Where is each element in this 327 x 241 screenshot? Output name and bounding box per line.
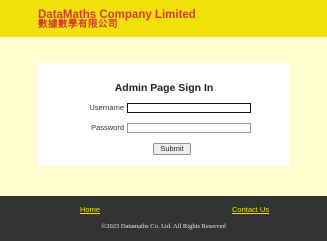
page-footer: Home Contact Us ©2023 Datamaths Co. Ltd.… — [0, 196, 327, 241]
contact-us-link[interactable]: Contact Us — [232, 205, 269, 214]
main-content: Admin Page Sign In Username Password Sub… — [0, 37, 327, 196]
sign-in-form: Admin Page Sign In Username Password Sub… — [38, 63, 290, 166]
username-label: Username — [89, 103, 124, 112]
submit-button[interactable]: Submit — [153, 143, 191, 155]
username-input[interactable] — [127, 103, 251, 113]
sign-in-title: Admin Page Sign In — [114, 82, 214, 94]
company-name-chinese: 數據數學有限公司 — [38, 19, 119, 30]
home-link[interactable]: Home — [80, 205, 100, 214]
password-label: Password — [91, 123, 124, 132]
password-input[interactable] — [127, 123, 251, 133]
page-header: DataMaths Company Limited 數據數學有限公司 — [0, 0, 327, 37]
copyright-text: ©2023 Datamaths Co. Ltd. All Rights Rese… — [101, 223, 226, 230]
